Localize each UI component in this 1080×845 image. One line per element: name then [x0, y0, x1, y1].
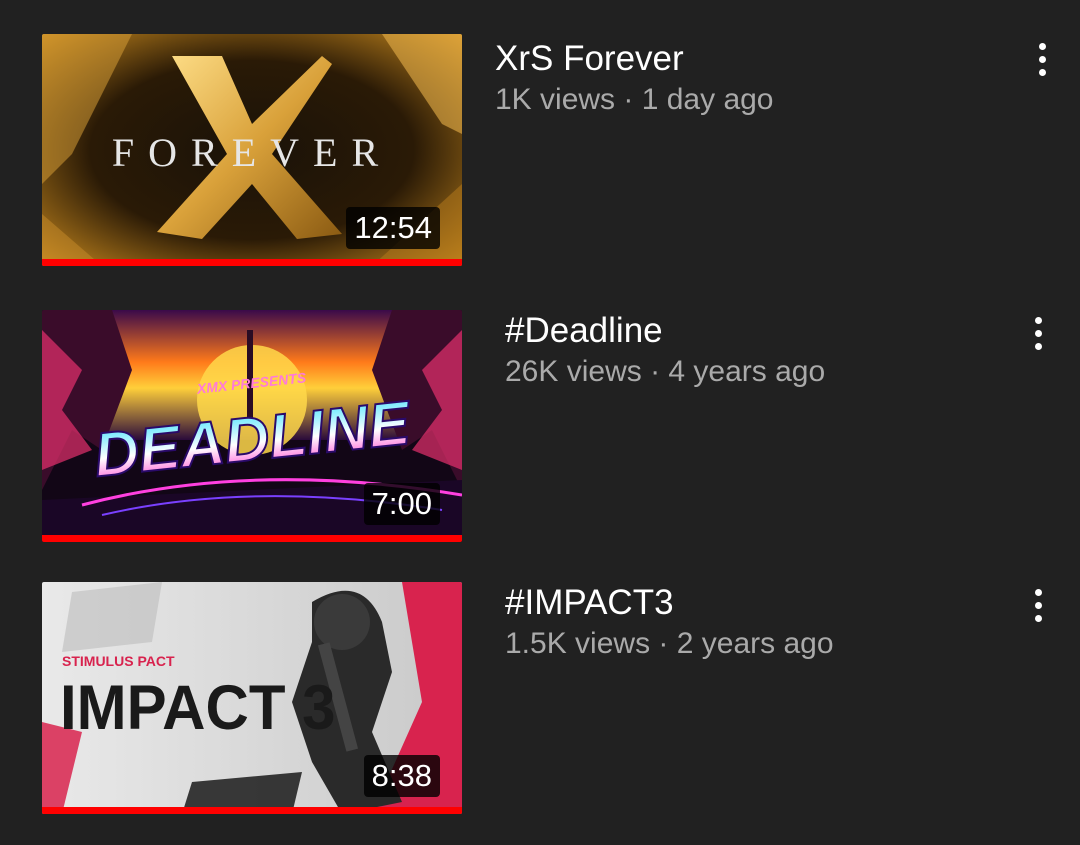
video-views: 1K views — [495, 83, 616, 116]
thumbnail-text: FOREVER — [112, 130, 392, 175]
video-duration: 7:00 — [363, 483, 440, 525]
video-meta: #IMPACT3 1.5K views · 2 years ago — [505, 582, 834, 664]
video-thumbnail[interactable]: STIMULUS PACT IMPACT 3 8:38 — [42, 582, 462, 814]
video-title[interactable]: #Deadline — [505, 310, 825, 352]
thumbnail-text: IMPACT 3 — [60, 673, 335, 744]
video-age: 4 years ago — [668, 355, 826, 388]
more-vert-icon[interactable] — [1030, 40, 1054, 80]
watch-progress-bar — [42, 535, 462, 542]
thumbnail-subtext: STIMULUS PACT — [62, 653, 175, 669]
watch-progress-bar — [42, 807, 462, 814]
more-vert-icon[interactable] — [1026, 586, 1050, 626]
video-meta: #Deadline 26K views · 4 years ago — [505, 310, 825, 392]
separator: · — [641, 355, 669, 388]
video-subtitle: 1.5K views · 2 years ago — [505, 624, 834, 664]
watch-progress-bar — [42, 259, 462, 266]
video-thumbnail[interactable]: XMX PRESENTS DEADLINE 7:00 — [42, 310, 462, 542]
video-title[interactable]: XrS Forever — [495, 38, 774, 80]
video-list-item[interactable]: XMX PRESENTS DEADLINE 7:00 #Deadline 26K… — [0, 310, 1080, 550]
separator: · — [650, 627, 677, 660]
video-subtitle: 1K views · 1 day ago — [495, 80, 774, 120]
video-duration: 8:38 — [363, 755, 440, 797]
video-age: 2 years ago — [676, 627, 834, 660]
separator: · — [615, 83, 642, 116]
video-views: 1.5K views — [505, 627, 651, 660]
video-thumbnail[interactable]: FOREVER 12:54 — [42, 34, 462, 266]
video-views: 26K views — [505, 355, 642, 388]
video-subtitle: 26K views · 4 years ago — [505, 352, 825, 392]
video-meta: XrS Forever 1K views · 1 day ago — [495, 38, 774, 120]
more-vert-icon[interactable] — [1026, 314, 1050, 354]
video-list-item[interactable]: FOREVER 12:54 XrS Forever 1K views · 1 d… — [0, 34, 1080, 274]
video-title[interactable]: #IMPACT3 — [505, 582, 834, 624]
video-duration: 12:54 — [346, 207, 440, 249]
video-age: 1 day ago — [641, 83, 774, 116]
video-list-item[interactable]: STIMULUS PACT IMPACT 3 8:38 #IMPACT3 1.5… — [0, 582, 1080, 822]
